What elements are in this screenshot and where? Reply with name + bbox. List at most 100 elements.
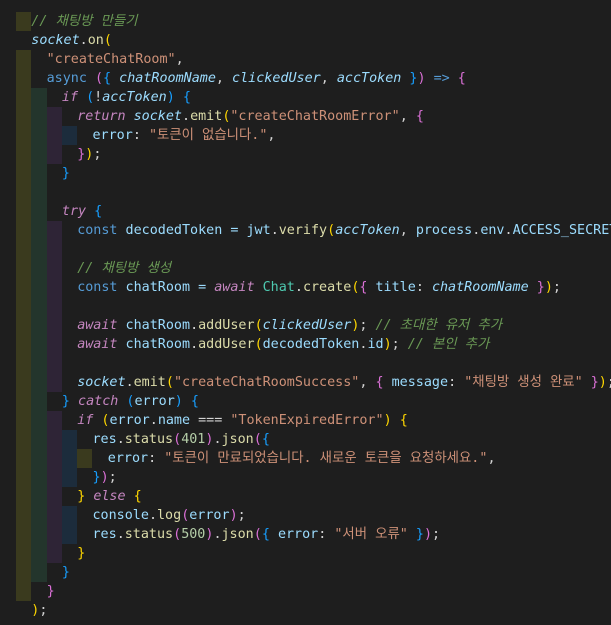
code-line[interactable]: await chatRoom.addUser(decodedToken.id);… (0, 335, 611, 354)
code-token: const (77, 280, 118, 295)
indent-guide (16, 50, 32, 69)
code-line[interactable]: }); (0, 145, 611, 164)
code-line[interactable]: } (0, 563, 611, 582)
code-line[interactable]: } (0, 164, 611, 183)
code-line[interactable] (0, 240, 611, 259)
indent-guide (31, 145, 47, 164)
code-line[interactable] (0, 354, 611, 373)
code-line[interactable]: error: "토큰이 만료되었습니다. 새로운 토큰을 요청하세요.", (0, 449, 611, 468)
code-token: status (124, 432, 174, 447)
code-line[interactable]: if (!accToken) { (0, 88, 611, 107)
indent-guide (31, 506, 47, 525)
code-token: accToken (336, 71, 402, 86)
indent-guide (46, 430, 62, 449)
code-line[interactable]: }); (0, 468, 611, 487)
indent-guide (46, 525, 62, 544)
code-token: "토큰이 만료되었습니다. 새로운 토큰을 요청하세요." (164, 451, 488, 466)
code-token: json (221, 527, 254, 542)
code-text: return socket.emit("createChatRoomError"… (77, 107, 424, 126)
code-text: res.status(500).json({ error: "서버 오류" })… (93, 525, 441, 544)
code-token: { (375, 375, 392, 390)
code-line[interactable]: ); (0, 601, 611, 620)
indent-guide (31, 88, 47, 107)
code-token: emit (133, 375, 166, 390)
indent-guide (16, 582, 32, 601)
code-line[interactable]: error: "토큰이 없습니다.", (0, 126, 611, 145)
code-line[interactable]: const chatRoom = await Chat.create({ tit… (0, 278, 611, 297)
code-editor[interactable]: // 채팅방 만들기 socket.on("createChatRoom", asy… (0, 0, 611, 625)
indent-guide (16, 183, 32, 202)
code-token: ( (173, 527, 182, 542)
code-token: . (294, 280, 303, 295)
code-text: // 채팅방 만들기 (31, 12, 137, 31)
code-line[interactable]: await chatRoom.addUser(clickedUser); // … (0, 316, 611, 335)
indent-guide (46, 297, 62, 316)
indent-guide (16, 506, 32, 525)
code-line[interactable]: socket.on( (0, 31, 611, 50)
code-token: "createChatRoomError" (230, 109, 400, 124)
code-line[interactable]: async ({ chatRoomName, clickedUser, accT… (0, 69, 611, 88)
indent-guide (61, 449, 78, 468)
code-token: chatRoomName (119, 71, 216, 86)
code-token: clickedUser (262, 318, 352, 333)
code-token: error (109, 413, 150, 428)
indent-guide (16, 430, 32, 449)
code-line[interactable]: try { (0, 202, 611, 221)
indent-guide (16, 240, 32, 259)
code-token: : (318, 527, 335, 542)
indent-guide (16, 297, 32, 316)
indent-guide (31, 164, 47, 183)
code-text: const chatRoom = await Chat.create({ tit… (77, 278, 561, 297)
code-token: on (87, 33, 104, 48)
code-line[interactable]: return socket.emit("createChatRoomError"… (0, 107, 611, 126)
code-token: emit (190, 109, 223, 124)
code-text: res.status(401).json({ (93, 430, 270, 449)
code-line[interactable]: const decodedToken = jwt.verify(accToken… (0, 221, 611, 240)
code-token: { (359, 280, 376, 295)
code-token: status (124, 527, 174, 542)
code-token: error (107, 451, 149, 466)
code-line[interactable]: // 채팅방 만들기 (0, 12, 611, 31)
code-token: . (190, 318, 199, 333)
code-token: ( (253, 432, 262, 447)
indent-guide (16, 354, 32, 373)
code-line[interactable]: if (error.name === "TokenExpiredError") … (0, 411, 611, 430)
code-line[interactable]: console.log(error); (0, 506, 611, 525)
code-token: . (504, 223, 513, 238)
code-line[interactable]: } (0, 544, 611, 563)
code-line[interactable]: } else { (0, 487, 611, 506)
indent-guide (16, 145, 32, 164)
code-token: { (182, 90, 191, 105)
code-token: ) (417, 71, 426, 86)
code-token: ) (166, 90, 175, 105)
code-token: 500 (181, 527, 206, 542)
code-text: socket.on( (31, 31, 112, 50)
indent-guide (16, 544, 32, 563)
indent-guide (16, 221, 32, 240)
indent-guide (31, 202, 47, 221)
code-token: "채팅방 생성 완료" (464, 375, 583, 390)
code-line[interactable] (0, 183, 611, 202)
code-text: error: "토큰이 없습니다.", (93, 126, 276, 145)
code-text: } (62, 563, 70, 582)
code-token: , (487, 451, 496, 466)
code-line[interactable]: res.status(401).json({ (0, 430, 611, 449)
indent-guide (77, 449, 93, 468)
code-line[interactable]: } (0, 582, 611, 601)
code-text: "createChatRoom", (47, 50, 184, 69)
code-text: }); (93, 468, 117, 487)
code-line[interactable]: socket.emit("createChatRoomSuccess", { m… (0, 373, 611, 392)
code-token: message (391, 375, 449, 390)
code-line[interactable]: "createChatRoom", (0, 50, 611, 69)
code-line[interactable] (0, 297, 611, 316)
code-text: if (!accToken) { (62, 88, 191, 107)
code-token: . (116, 527, 125, 542)
code-line[interactable]: // 채팅방 생성 (0, 259, 611, 278)
code-line[interactable]: res.status(500).json({ error: "서버 오류" })… (0, 525, 611, 544)
code-token: if (61, 90, 79, 105)
code-token: process (415, 223, 473, 238)
code-line[interactable]: } catch (error) { (0, 392, 611, 411)
code-token: chatRoom (117, 318, 191, 333)
indent-guide (31, 297, 47, 316)
